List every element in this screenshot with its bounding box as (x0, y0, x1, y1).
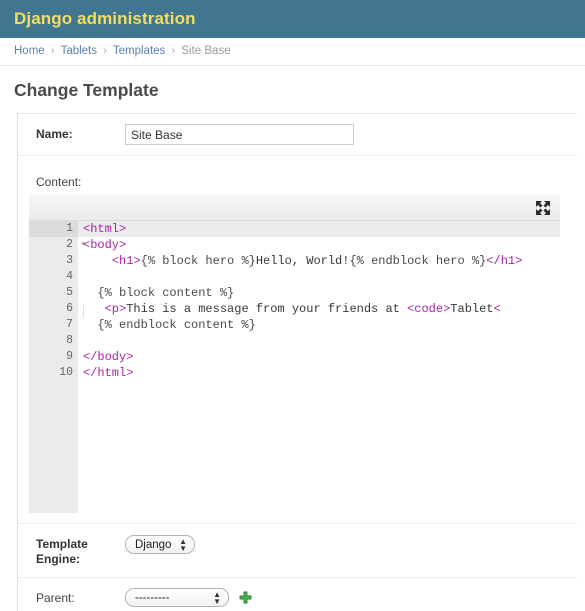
site-header: Django administration (0, 0, 585, 38)
parent-help-text: Select another template this template sh… (125, 607, 577, 611)
line-number: 10 (59, 366, 73, 379)
parent-label: Parent: (36, 591, 75, 605)
line-number: 3 (66, 254, 73, 267)
code-token: <html> (83, 222, 127, 236)
code-line: <h1>{% block hero %}Hello, World!{% endb… (83, 253, 560, 269)
breadcrumb-item-templates[interactable]: Templates (113, 45, 165, 57)
form-row-parent: Parent: --------- ▲▼ Select another temp… (18, 578, 577, 611)
code-line: <body> (83, 237, 560, 253)
code-editor: 1▾2▾345678910 <html><body> <h1>{% block … (29, 195, 560, 513)
code-token: </body> (83, 350, 134, 364)
breadcrumb-separator: › (171, 45, 176, 57)
breadcrumb-separator: › (50, 45, 55, 57)
line-number: 4 (66, 270, 73, 283)
code-token: {% endblock hero %} (349, 254, 487, 268)
parent-select[interactable]: --------- (125, 588, 229, 607)
editor-body[interactable]: 1▾2▾345678910 <html><body> <h1>{% block … (29, 221, 560, 513)
parent-select-wrap: --------- ▲ ▼ (125, 588, 229, 607)
editor-toolbar (29, 195, 560, 221)
line-number: 5 (66, 286, 73, 299)
line-number: 8 (66, 334, 73, 347)
line-number: 6 (66, 302, 73, 315)
name-input[interactable] (125, 124, 354, 145)
template-engine-label: Template Engine: (36, 537, 88, 566)
form-row-name: Name: (18, 114, 577, 156)
breadcrumb-item-home[interactable]: Home (14, 45, 45, 57)
code-token: </h1> (486, 254, 523, 268)
line-number: 7 (66, 318, 73, 331)
change-template-form: Name: Content: (17, 113, 577, 611)
admin-page: Django administration Home › Tablets › T… (0, 0, 585, 611)
template-engine-select[interactable]: Django (125, 535, 195, 554)
fullscreen-expand-icon[interactable] (534, 199, 552, 217)
content-label: Content: (36, 175, 82, 189)
code-token: Hello, World! (255, 254, 350, 268)
code-token: <h1> (111, 254, 141, 268)
code-line: <p>This is a message from your friends a… (83, 301, 560, 318)
code-line: </html> (83, 365, 560, 381)
breadcrumb-item-tablets[interactable]: Tablets (61, 45, 97, 57)
code-line: <html> (78, 221, 560, 237)
code-line: </body> (83, 349, 560, 365)
code-token: <body> (83, 238, 127, 252)
code-token: <code> (407, 302, 451, 316)
breadcrumb: Home › Tablets › Templates › Site Base (0, 38, 585, 66)
code-token: This is a message from your friends at (126, 302, 408, 316)
breadcrumb-item-current: Site Base (181, 45, 231, 57)
code-token: Tablet (450, 302, 494, 316)
code-token: </html> (83, 366, 134, 380)
template-engine-select-wrap: Django ▲ ▼ (125, 535, 195, 554)
form-row-content: Content: 1 2 ▾ 3 4 5 6 7 8 9 10 <html> <… (18, 156, 577, 524)
page-title: Change Template (14, 80, 159, 100)
code-token: {% block hero %} (140, 254, 256, 268)
code-token: < (493, 302, 501, 316)
site-title: Django administration (14, 9, 196, 28)
code-token: <p> (104, 302, 127, 316)
line-number: 1▾ (29, 221, 85, 237)
name-label: Name: (36, 127, 73, 141)
code-line: {% block content %} (83, 285, 560, 301)
code-token: {% endblock content %} (97, 318, 256, 332)
add-plus-icon[interactable] (239, 591, 252, 604)
line-number: 2 ▾ (29, 237, 85, 253)
breadcrumb-separator: › (103, 45, 107, 57)
code-token: {% block content %} (97, 286, 235, 300)
line-number: 9 (66, 350, 73, 363)
editor-code-area[interactable]: <html> <body> <h1>{% block hero %}Hello, … (78, 221, 560, 513)
code-line: {% endblock content %} (83, 317, 560, 333)
editor-line-numbers: 1▾2▾3 4 5 6 7 8 9 10 (29, 221, 85, 513)
form-row-template-engine: Template Engine: Django ▲ ▼ (18, 524, 577, 578)
